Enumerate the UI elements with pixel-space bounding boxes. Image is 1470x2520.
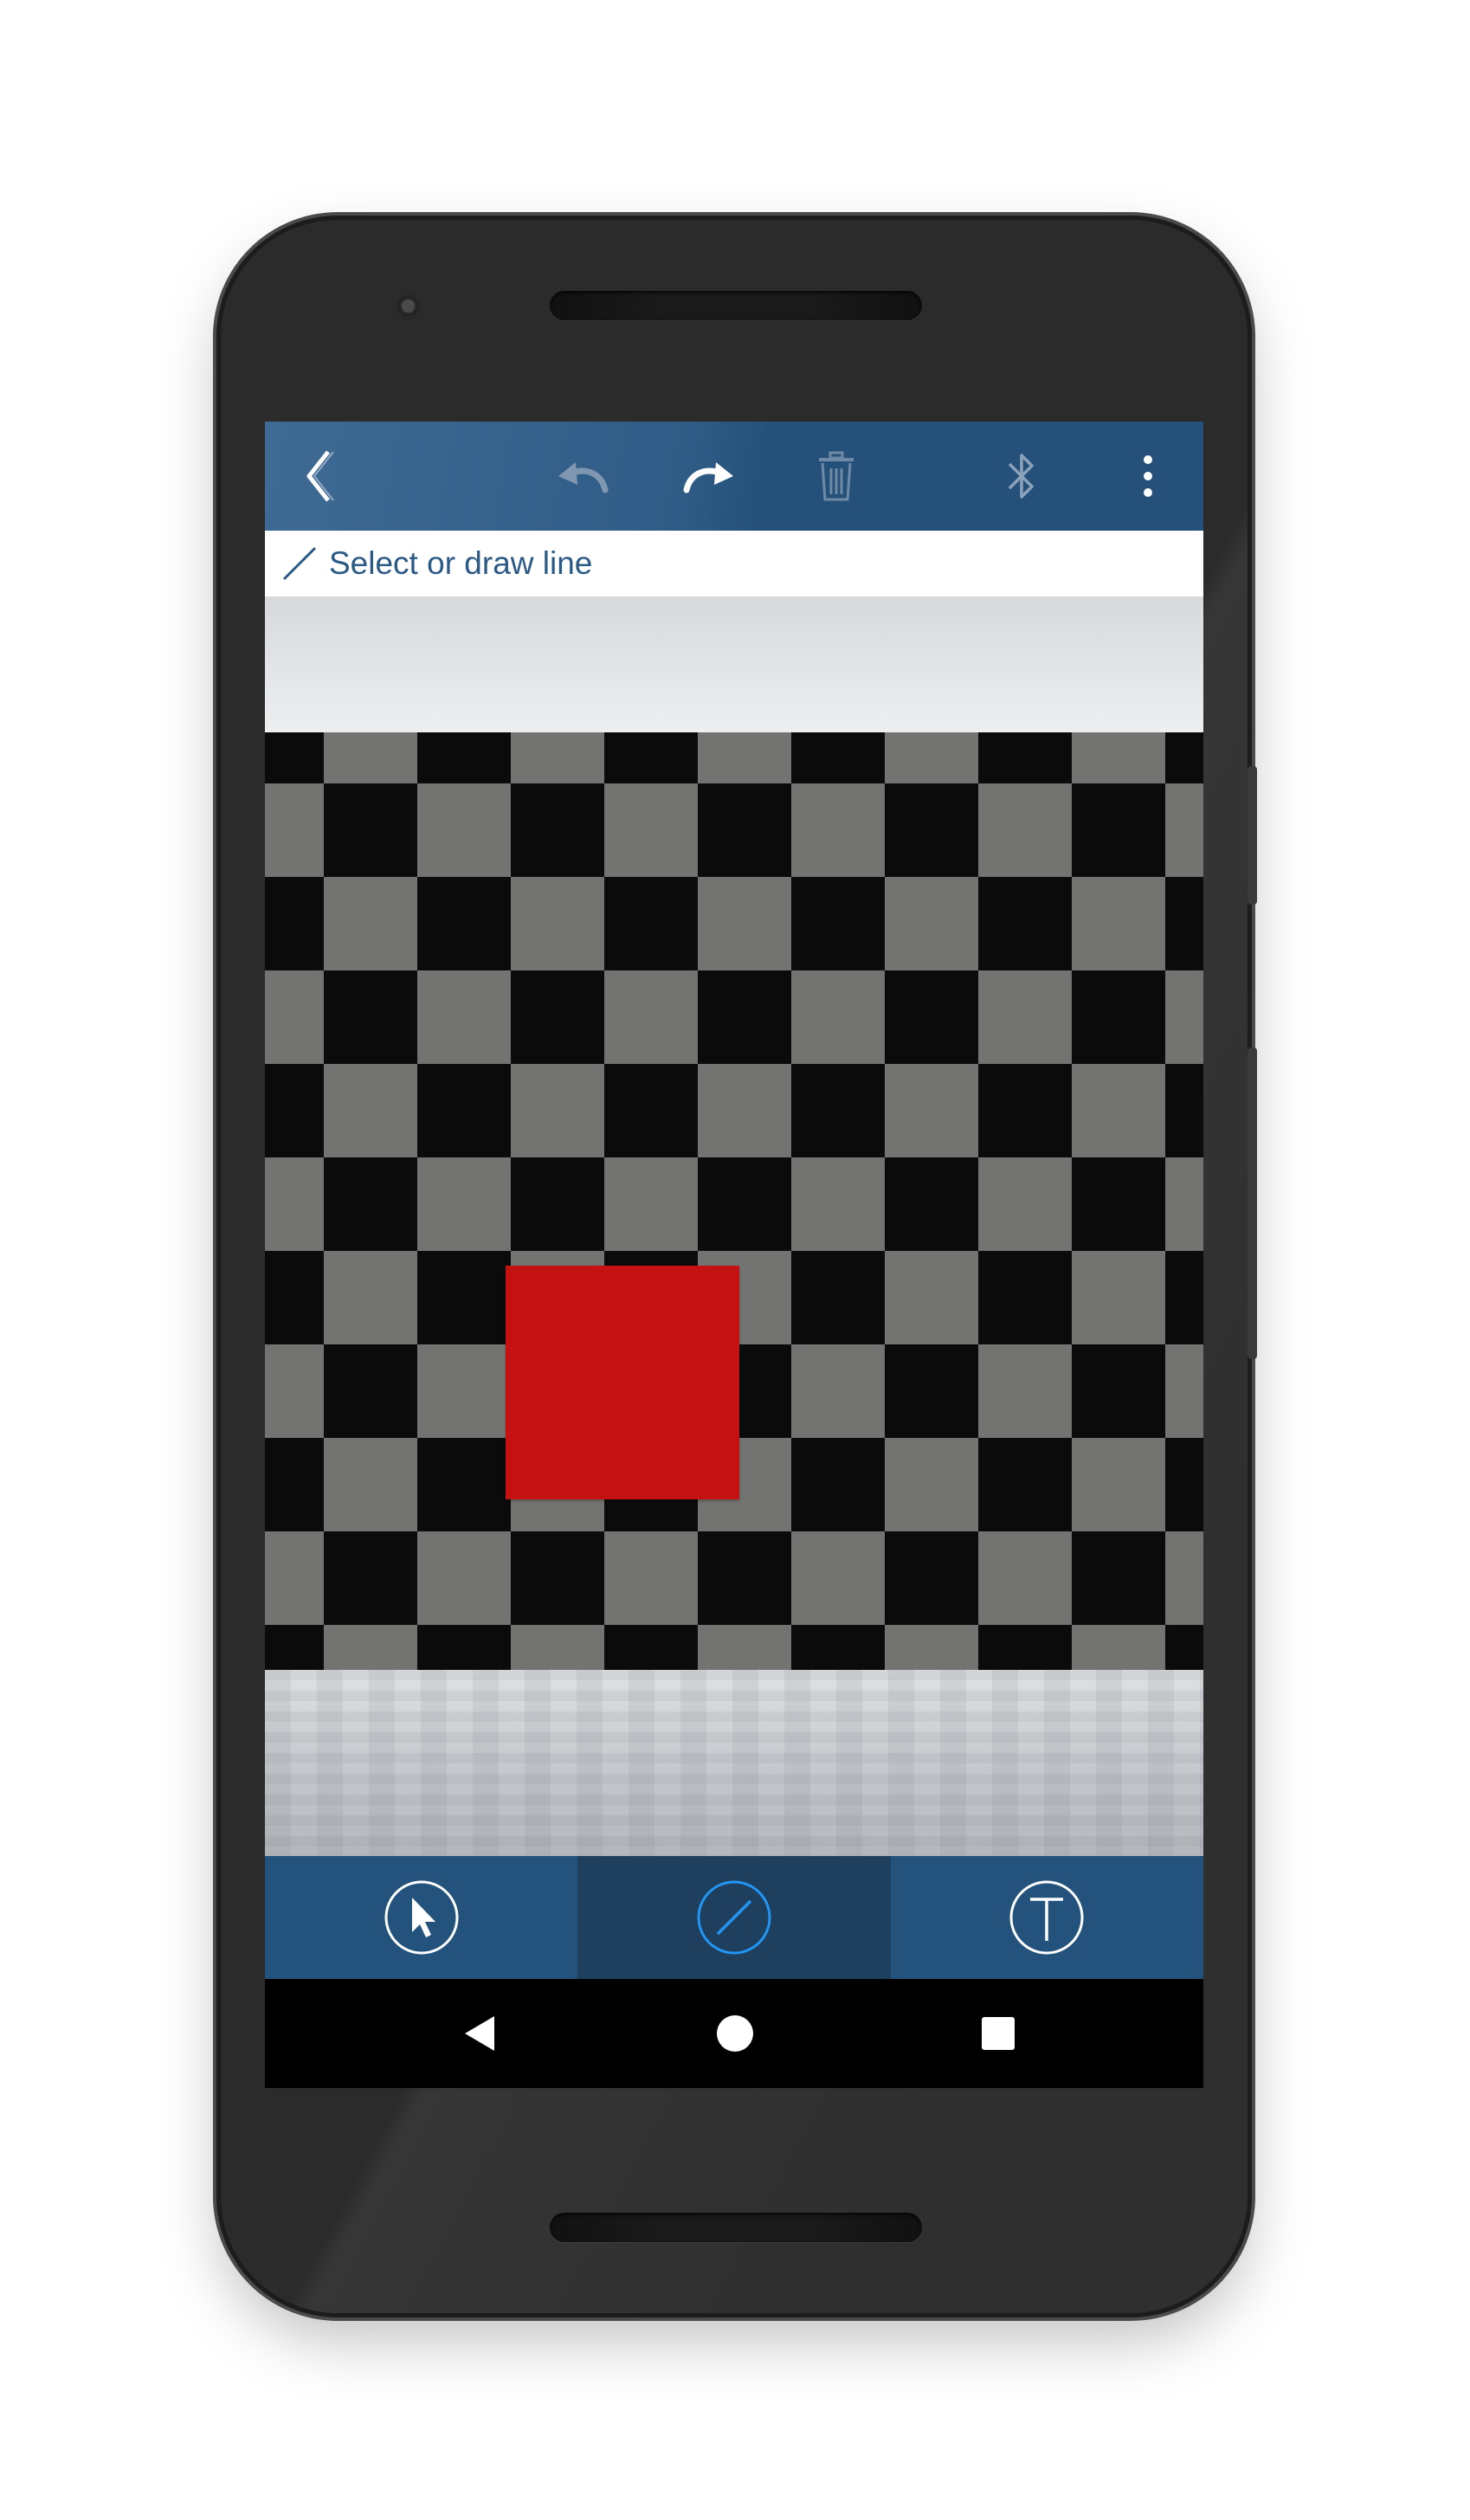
nav-recents-button[interactable] <box>946 1979 1050 2088</box>
undo-icon <box>558 462 609 493</box>
canvas-background <box>265 596 1203 732</box>
redo-button[interactable] <box>665 422 751 531</box>
canvas-floor <box>265 1670 1203 1856</box>
app-toolbar <box>265 422 1203 531</box>
front-camera <box>397 294 422 320</box>
nav-back-button[interactable] <box>427 1979 531 2088</box>
line-tool-button[interactable] <box>577 1856 891 1979</box>
select-tool-button[interactable] <box>265 1856 578 1979</box>
back-triangle-icon <box>465 2016 494 2051</box>
volume-button <box>1248 1047 1257 1359</box>
tool-bar <box>265 1856 1203 1979</box>
home-circle-icon <box>717 2015 753 2052</box>
overflow-menu-icon <box>1144 455 1152 497</box>
line-icon <box>282 546 317 581</box>
recents-square-icon <box>982 2017 1015 2050</box>
nav-home-button[interactable] <box>683 1979 787 2088</box>
trash-icon <box>819 451 854 501</box>
bluetooth-button[interactable] <box>978 422 1065 531</box>
pointer-icon <box>384 1880 459 1955</box>
bluetooth-icon <box>1008 454 1034 499</box>
hint-bar: Select or draw line <box>265 531 1203 596</box>
power-button <box>1248 766 1257 905</box>
screen: Select or draw line <box>265 422 1203 2088</box>
delete-button[interactable] <box>793 422 880 531</box>
checkerboard-wall[interactable] <box>265 732 1203 1670</box>
more-button[interactable] <box>1109 422 1187 531</box>
undo-button[interactable] <box>540 422 627 531</box>
hint-text: Select or draw line <box>329 545 593 581</box>
back-button[interactable] <box>280 422 358 531</box>
system-nav-bar <box>265 1979 1203 2088</box>
red-square[interactable] <box>506 1266 739 1499</box>
redo-icon <box>683 462 733 493</box>
chevron-left-icon <box>306 450 334 502</box>
line-icon <box>697 1880 771 1955</box>
text-icon <box>1009 1880 1084 1955</box>
floor-grid <box>265 1670 1203 1856</box>
text-tool-button[interactable] <box>890 1856 1203 1979</box>
bottom-speaker <box>550 2213 922 2242</box>
earpiece-speaker <box>550 291 922 320</box>
